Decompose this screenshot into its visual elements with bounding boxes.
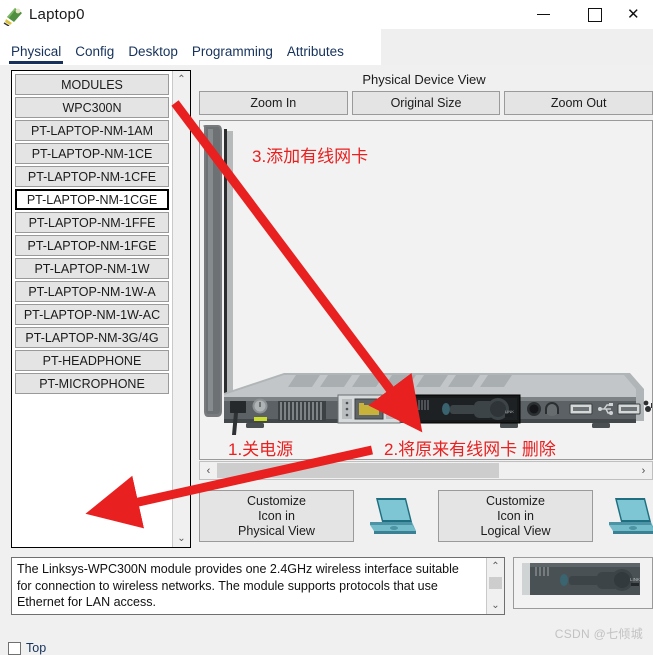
customize-physical-line3: Physical View [238,523,315,538]
zoom-toolbar: Zoom In Original Size Zoom Out [199,91,653,115]
maximize-button[interactable] [569,0,621,29]
top-checkbox[interactable]: Top [8,641,46,655]
module-item-1am[interactable]: PT-LAPTOP-NM-1AM [15,120,169,141]
laptop-icon-logical [601,494,653,538]
module-item-1w-a[interactable]: PT-LAPTOP-NM-1W-A [15,281,169,302]
tab-desktop[interactable]: Desktop [128,44,178,65]
customize-logical-line3: Logical View [480,523,551,538]
module-item-1w[interactable]: PT-LAPTOP-NM-1W [15,258,169,279]
scroll-down-icon[interactable]: ⌄ [173,530,190,547]
module-description-box: The Linksys-WPC300N module provides one … [11,557,505,615]
tab-programming[interactable]: Programming [192,44,273,65]
modules-panel: MODULES WPC300N PT-LAPTOP-NM-1AM PT-LAPT… [11,70,191,548]
modules-header: MODULES [15,74,169,95]
device-view-hscrollbar[interactable]: ‹ › [199,461,653,480]
window-controls: ✕ [517,0,653,29]
window-title: Laptop0 [29,6,85,23]
top-checkbox-box[interactable] [8,641,21,655]
svg-text:LINK: LINK [505,409,514,414]
annotation-step3: 3.添加有线网卡 [252,147,369,166]
module-item-wpc300n[interactable]: WPC300N [15,97,169,118]
annotation-step2: 2.将原来有线网卡 删除 [384,440,556,459]
close-button[interactable]: ✕ [621,0,653,29]
module-item-3g4g[interactable]: PT-LAPTOP-NM-3G/4G [15,327,169,348]
module-item-headphone[interactable]: PT-HEADPHONE [15,350,169,371]
customize-icon-physical-view-button[interactable]: Customize Icon in Physical View [199,490,354,542]
laptop-icon-physical [362,494,418,538]
module-item-1fge[interactable]: PT-LAPTOP-NM-1FGE [15,235,169,256]
laptop-device-icon [3,4,25,27]
description-scroll-up-icon[interactable]: ⌃ [487,558,504,575]
original-size-button[interactable]: Original Size [351,91,501,115]
tab-attributes[interactable]: Attributes [287,44,344,65]
physical-device-view-title: Physical Device View [362,72,486,87]
zoom-in-button[interactable]: Zoom In [199,91,348,115]
description-scroll-down-icon[interactable]: ⌄ [487,597,504,614]
tab-config[interactable]: Config [75,44,114,65]
module-item-1cfe[interactable]: PT-LAPTOP-NM-1CFE [15,166,169,187]
tab-physical[interactable]: Physical [8,44,64,65]
module-item-1ce[interactable]: PT-LAPTOP-NM-1CE [15,143,169,164]
module-preview-image: LINK [513,557,653,609]
title-bar: Laptop0 ✕ [0,0,653,29]
module-item-1cge[interactable]: PT-LAPTOP-NM-1CGE [15,189,169,210]
customize-icon-logical-view-button[interactable]: Customize Icon in Logical View [438,490,593,542]
laptop-side-view-image: LINK [203,125,652,435]
svg-text:LINK: LINK [630,577,640,582]
module-item-1w-ac[interactable]: PT-LAPTOP-NM-1W-AC [15,304,169,325]
modules-scrollbar[interactable]: ⌃ ⌄ [172,71,190,547]
customize-row: Customize Icon in Physical View Customiz… [199,490,653,545]
hscroll-thumb[interactable] [217,463,499,478]
customize-logical-line2: Icon in [497,508,534,523]
csdn-watermark: CSDN @七倾城 [554,627,643,641]
customize-physical-line1: Customize [246,493,307,508]
hscroll-right-icon[interactable]: › [635,462,652,479]
top-checkbox-label: Top [26,641,47,655]
customize-physical-line2: Icon in [258,508,295,523]
tab-strip: Physical Config Desktop Programming Attr… [0,29,653,65]
zoom-out-button[interactable]: Zoom Out [504,91,653,115]
minimize-button[interactable] [517,0,569,29]
module-item-microphone[interactable]: PT-MICROPHONE [15,373,169,394]
description-scrollbar[interactable]: ⌃ ⌄ [486,558,504,614]
tab-list: Physical Config Desktop Programming Attr… [0,29,358,65]
modules-list[interactable]: MODULES WPC300N PT-LAPTOP-NM-1AM PT-LAPT… [12,71,172,547]
module-description-text: The Linksys-WPC300N module provides one … [17,562,459,609]
module-item-1ffe[interactable]: PT-LAPTOP-NM-1FFE [15,212,169,233]
annotation-step1: 1.关电源 [228,440,294,459]
description-scroll-thumb[interactable] [489,577,502,589]
hscroll-left-icon[interactable]: ‹ [200,462,217,479]
scroll-up-icon[interactable]: ⌃ [173,71,190,88]
customize-logical-line1: Customize [485,493,546,508]
device-view-canvas[interactable]: LINK [199,120,653,460]
